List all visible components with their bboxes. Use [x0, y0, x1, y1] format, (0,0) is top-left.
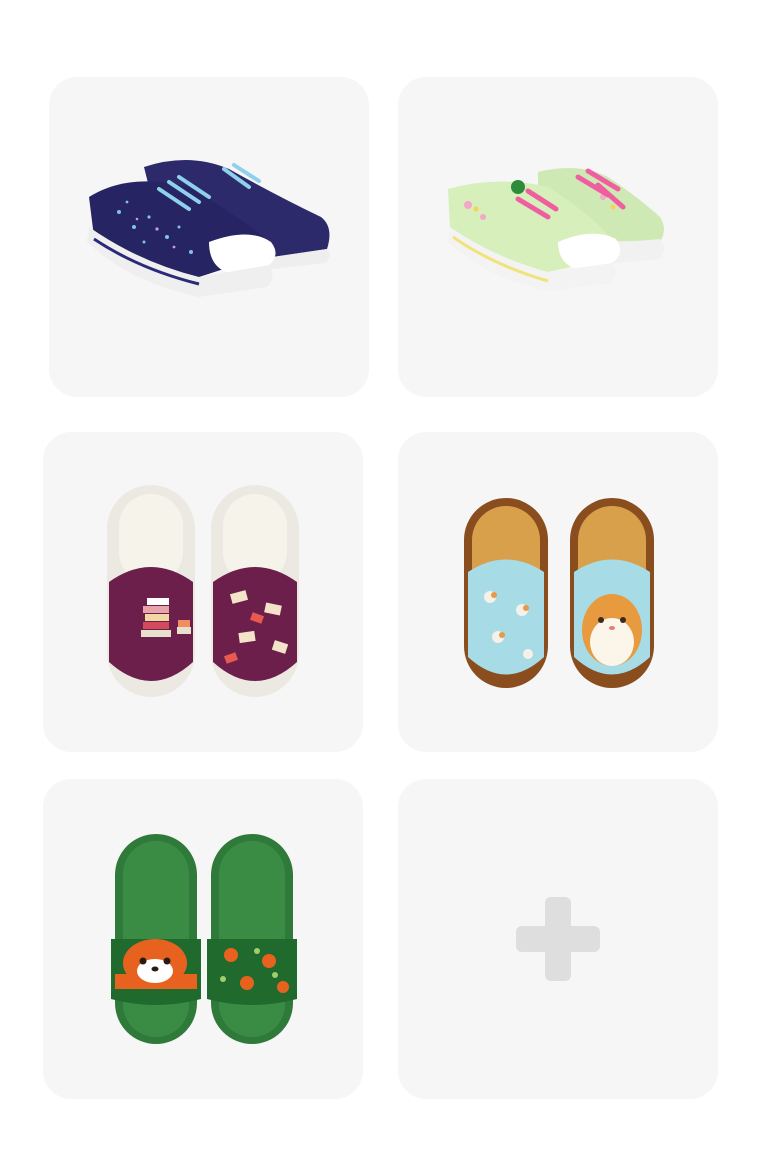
product-card-floral-sneakers[interactable] — [398, 77, 718, 397]
product-card-book-slippers[interactable] — [43, 432, 363, 752]
add-item-button[interactable] — [398, 779, 718, 1099]
product-card-galaxy-sneakers[interactable] — [49, 77, 369, 397]
slippers-hamster-image — [464, 498, 654, 688]
sneakers-galaxy-image — [87, 159, 331, 297]
sneakers-floral-image — [448, 168, 664, 291]
slippers-books-image — [107, 485, 299, 697]
product-card-hamster-slippers[interactable] — [398, 432, 718, 752]
slides-red-panda-image — [111, 834, 297, 1044]
product-card-red-panda-slides[interactable] — [43, 779, 363, 1099]
